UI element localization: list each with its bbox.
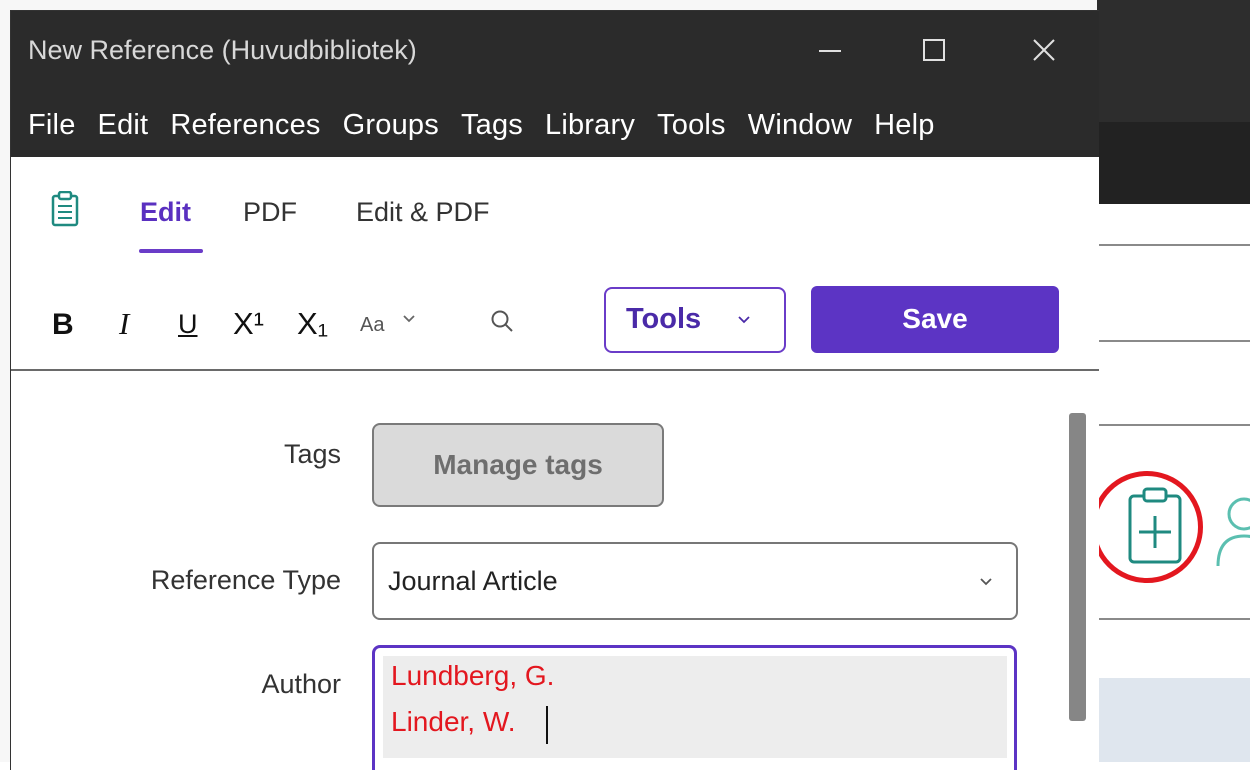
background-divider [1097,618,1250,620]
background-statusbar [1097,678,1250,762]
menu-library[interactable]: Library [534,99,646,155]
text-cursor [546,706,548,744]
italic-button[interactable]: I [119,306,129,342]
menu-references[interactable]: References [159,99,331,155]
tab-edit[interactable]: Edit [140,197,191,228]
manage-tags-button[interactable]: Manage tags [372,423,664,507]
window-title: New Reference (Huvudbibliotek) [28,35,417,65]
tab-edit-pdf[interactable]: Edit & PDF [356,197,490,228]
author-label: Author [261,669,341,699]
reference-type-label: Reference Type [150,565,341,595]
search-icon[interactable] [490,309,514,335]
author-text-area[interactable]: Lundberg, G. Linder, W. [383,656,1007,758]
highlight-circle [1091,471,1203,583]
title-bar: New Reference (Huvudbibliotek) File Edit… [11,11,1099,157]
author-field[interactable]: Lundberg, G. Linder, W. [372,645,1017,770]
close-icon[interactable] [1021,27,1067,73]
background-divider [1097,424,1250,426]
subscript-button[interactable]: X₁ [297,306,328,342]
font-size-button[interactable]: Aa [360,314,384,337]
reference-type-select[interactable]: Journal Article [372,542,1018,620]
manage-tags-label: Manage tags [433,449,603,480]
menu-edit[interactable]: Edit [87,99,160,155]
new-reference-window: New Reference (Huvudbibliotek) File Edit… [10,10,1099,770]
menu-bar: File Edit References Groups Tags Library… [11,99,946,155]
menu-help[interactable]: Help [863,99,945,155]
chevron-down-icon[interactable] [401,311,417,327]
tools-label: Tools [626,303,702,335]
menu-groups[interactable]: Groups [332,99,450,155]
minimize-icon[interactable] [807,27,853,73]
maximize-icon[interactable] [911,27,957,73]
clipboard-icon [51,191,79,227]
background-divider [1097,244,1250,246]
tags-label: Tags [283,439,341,469]
chevron-down-icon [980,578,992,586]
superscript-button[interactable]: X¹ [233,306,264,342]
tab-pdf[interactable]: PDF [243,197,297,228]
scrollbar[interactable] [1069,413,1086,721]
chevron-down-icon [738,316,750,324]
tools-dropdown[interactable]: Tools [604,287,786,353]
reference-type-value: Journal Article [388,566,558,596]
underline-button[interactable]: U [178,309,198,340]
person-icon[interactable] [1214,492,1250,570]
menu-tags[interactable]: Tags [450,99,534,155]
menu-file[interactable]: File [11,99,87,155]
background-toolbar [1097,122,1250,204]
author-entry: Linder, W. [391,706,516,737]
bold-button[interactable]: B [52,308,74,342]
menu-tools[interactable]: Tools [646,99,737,155]
background-titlebar [1097,0,1250,122]
author-entry: Lundberg, G. [391,660,555,691]
save-button[interactable]: Save [811,286,1059,353]
active-tab-indicator [139,249,203,253]
save-label: Save [902,303,968,334]
menu-window[interactable]: Window [737,99,863,155]
background-divider [1097,340,1250,342]
